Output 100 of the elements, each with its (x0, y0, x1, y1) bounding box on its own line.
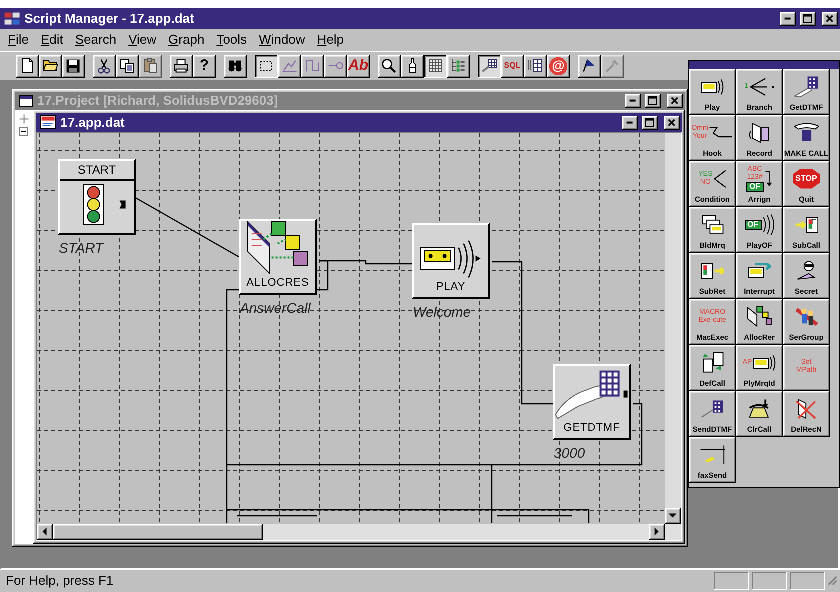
spy-icon (797, 261, 816, 280)
binoculars-icon (228, 60, 243, 72)
cassette-icon (701, 78, 724, 95)
menu-item[interactable]: Edit (34, 30, 70, 50)
status-text: For Help, press F1 (6, 572, 115, 590)
maximize-button[interactable] (800, 12, 816, 26)
start-node[interactable]: START (58, 159, 136, 235)
help-tool-button[interactable]: ? (193, 54, 216, 78)
paste-icon (144, 58, 158, 74)
status-panel (752, 572, 788, 590)
node-caption: PLAY (436, 280, 466, 294)
new-file-icon (22, 58, 34, 74)
tree-tool-button[interactable] (447, 54, 470, 78)
close-button[interactable] (667, 94, 683, 108)
window-icon (19, 94, 34, 108)
down-arrow-icon (668, 513, 678, 519)
icon-caption: OF (744, 220, 762, 230)
minimize-button[interactable] (625, 94, 641, 108)
open-tool-button[interactable] (39, 54, 62, 78)
cassette-icon (420, 240, 482, 278)
maximize-icon (645, 118, 655, 128)
table-tool-button[interactable] (524, 54, 547, 78)
menu-item[interactable]: File (2, 30, 35, 50)
phones-icon (702, 352, 724, 374)
flag-icon (583, 59, 596, 73)
print-tool-button[interactable] (170, 54, 193, 78)
cassettes-icon (702, 215, 724, 234)
elbow-tool-button[interactable] (301, 54, 324, 78)
zoom-tool-button[interactable] (378, 54, 401, 78)
table-icon (528, 59, 543, 73)
minimize-icon (626, 120, 634, 124)
collapse-icon[interactable] (19, 126, 29, 136)
hook-line-icon (709, 127, 734, 138)
crossed-recorder-icon (796, 398, 817, 419)
scroll-down-button[interactable] (665, 508, 681, 524)
select-tool-button[interactable] (255, 54, 278, 78)
branch-arrows-icon (750, 78, 774, 96)
allocres-node[interactable]: ALLOCRES (239, 219, 317, 295)
close-button[interactable] (664, 116, 680, 130)
maximize-icon (803, 14, 813, 24)
line-tool-button[interactable] (278, 54, 301, 78)
connector-tool-button[interactable] (324, 54, 347, 78)
tool-icon (606, 60, 619, 72)
flag-tool-button[interactable] (578, 54, 601, 78)
new-tool-button[interactable] (16, 54, 39, 78)
telephone-icon (749, 399, 770, 418)
script-tool-button[interactable] (478, 54, 501, 78)
copy-tool-button[interactable] (116, 54, 139, 78)
left-arrow-icon (42, 527, 48, 537)
horizontal-scrollbar[interactable] (37, 524, 681, 540)
status-panel (790, 572, 826, 590)
menu-item[interactable]: Help (311, 30, 350, 50)
grid-tool-button[interactable] (424, 54, 447, 78)
tree-icon (452, 59, 466, 73)
phone-keypad-icon (794, 123, 820, 142)
menu-item[interactable]: Graph (162, 30, 211, 50)
menu-item[interactable]: View (122, 30, 163, 50)
getdtmf-node[interactable]: GETDTMF (553, 364, 631, 440)
minimize-icon (784, 16, 792, 20)
allocation-icon (247, 221, 309, 274)
app-icon (4, 12, 21, 26)
resize-grip-icon (828, 576, 838, 586)
recorder-icon (749, 122, 770, 143)
menu-item[interactable]: Search (69, 30, 123, 50)
scissors-icon (98, 58, 111, 74)
connector-icon (328, 62, 344, 70)
scroll-left-button[interactable] (37, 524, 53, 540)
node-label: Welcome (413, 303, 472, 322)
node-label: 3000 (554, 444, 586, 463)
fax-icon (700, 444, 726, 465)
grid-icon (428, 59, 442, 73)
close-button[interactable] (822, 12, 838, 26)
window-title: 17.app.dat (60, 114, 125, 132)
menu-item[interactable]: Tools (210, 30, 254, 50)
maximize-button[interactable] (645, 94, 661, 108)
copy-icon (120, 58, 135, 74)
people-icon (796, 308, 818, 326)
cut-tool-button[interactable] (93, 54, 116, 78)
elbow-icon (306, 60, 320, 72)
play-node[interactable]: PLAY (412, 223, 490, 299)
expand-icon[interactable] (18, 114, 30, 125)
find-tool-button[interactable] (224, 54, 247, 78)
vertical-scrollbar[interactable] (665, 133, 681, 524)
port-icon (119, 200, 127, 210)
scroll-thumb[interactable] (53, 524, 263, 540)
scroll-right-button[interactable] (649, 524, 665, 540)
save-tool-button[interactable] (62, 54, 85, 78)
subroutine-icon (794, 216, 818, 233)
finger-keypad-icon (794, 76, 819, 98)
minimize-button[interactable] (780, 12, 796, 26)
at-tool-button[interactable]: @ (547, 54, 570, 78)
window-title: Script Manager - 17.app.dat (24, 10, 194, 28)
bottle-tool-button[interactable] (401, 54, 424, 78)
interrupt-icon (748, 263, 771, 278)
menu-item[interactable]: Window (253, 30, 312, 50)
close-icon (826, 14, 834, 22)
maximize-button[interactable] (642, 116, 658, 130)
close-icon (668, 118, 676, 126)
minimize-button[interactable] (622, 116, 638, 130)
node-caption: GETDTMF (564, 420, 620, 436)
